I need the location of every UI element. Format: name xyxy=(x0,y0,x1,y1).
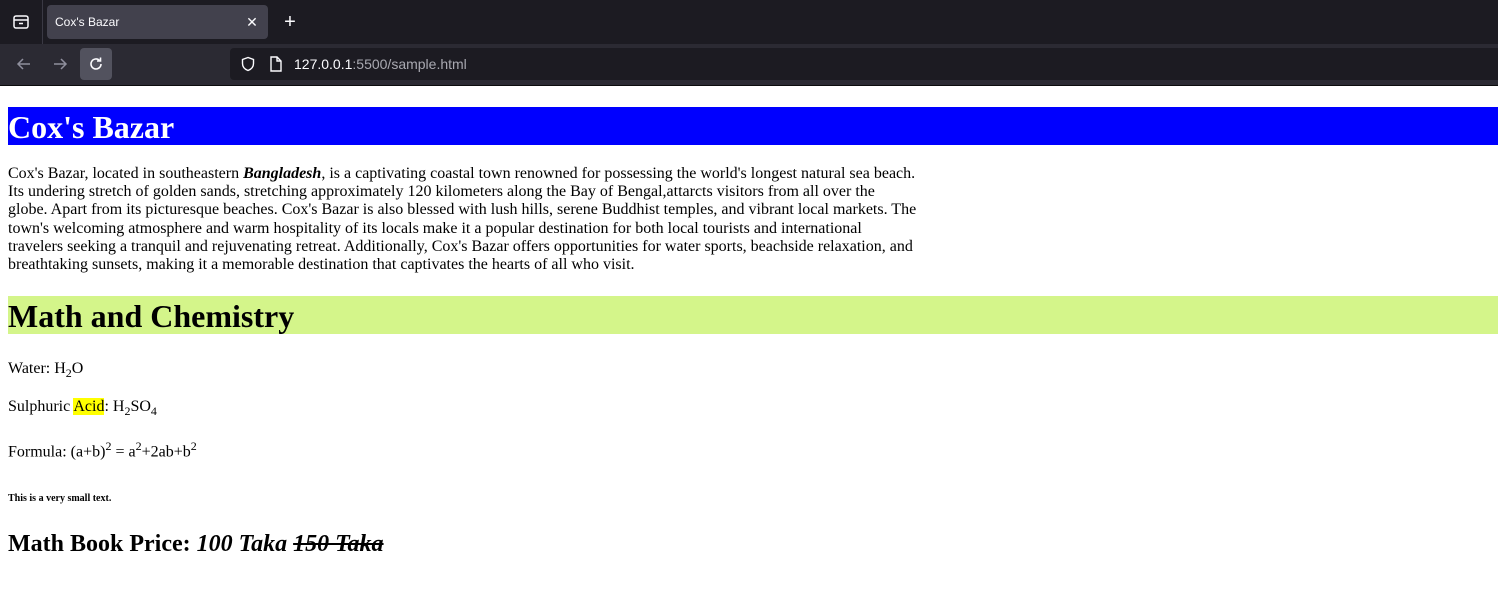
formula-sup-3: 2 xyxy=(190,438,197,453)
formula-label: Formula: (a+b) xyxy=(8,442,106,460)
intro-text-start: Cox's Bazar, located in southeastern xyxy=(8,165,244,182)
tab-active[interactable]: Cox's Bazar ✕ xyxy=(47,5,268,39)
url-path: :5500/sample.html xyxy=(352,56,467,72)
url-text[interactable]: 127.0.0.1:5500/sample.html xyxy=(294,56,467,72)
bangladesh-emphasis: Bangladesh xyxy=(243,165,322,182)
acid-mid: SO xyxy=(130,398,151,416)
acid-label-post: : H xyxy=(104,398,125,416)
forward-button[interactable] xyxy=(44,48,76,80)
shield-icon[interactable] xyxy=(238,54,258,74)
math-book-price: Math Book Price: 100 Taka 150 Taka xyxy=(8,530,1498,558)
water-formula: Water: H2O xyxy=(8,360,1498,382)
formula-mid: = a xyxy=(111,442,136,460)
acid-highlight: Acid xyxy=(73,398,105,416)
heading-coxs-bazar: Cox's Bazar xyxy=(8,107,1498,145)
algebra-formula: Formula: (a+b)2 = a2+2ab+b2 xyxy=(8,437,1498,461)
page-content: Cox's Bazar Cox's Bazar, located in sout… xyxy=(0,107,1498,558)
tab-list-icon xyxy=(13,15,29,29)
acid-label-pre: Sulphuric xyxy=(8,398,74,416)
acid-formula: Sulphuric Acid: H2SO4 xyxy=(8,398,1498,420)
tab-bar: Cox's Bazar ✕ + xyxy=(0,0,1498,44)
close-tab-icon[interactable]: ✕ xyxy=(240,10,264,34)
small-text: This is a very small text. xyxy=(8,492,112,504)
tab-title: Cox's Bazar xyxy=(55,15,120,29)
price-label: Math Book Price: xyxy=(8,530,197,557)
water-label: Water: H xyxy=(8,360,66,378)
arrow-right-icon xyxy=(54,58,68,70)
price-new: 100 Taka xyxy=(196,530,288,557)
new-tab-button[interactable]: + xyxy=(276,8,304,36)
formula-mid-2: +2ab+b xyxy=(141,442,191,460)
acid-subscript-2: 4 xyxy=(150,404,157,419)
price-old: 150 Taka xyxy=(293,530,384,557)
url-bar[interactable]: 127.0.0.1:5500/sample.html xyxy=(230,48,1498,80)
heading-math-chemistry: Math and Chemistry xyxy=(8,296,1498,335)
intro-paragraph: Cox's Bazar, located in southeastern Ban… xyxy=(8,165,918,274)
url-host: 127.0.0.1 xyxy=(294,56,353,72)
nav-bar: 127.0.0.1:5500/sample.html xyxy=(0,44,1498,86)
reload-icon xyxy=(90,57,102,70)
page-top-spacer xyxy=(0,86,1498,104)
water-rest: O xyxy=(71,360,84,378)
back-button[interactable] xyxy=(8,48,40,80)
arrow-left-icon xyxy=(16,58,30,70)
reload-button[interactable] xyxy=(80,48,112,80)
page-info-icon[interactable] xyxy=(266,54,286,74)
tab-list-button[interactable] xyxy=(0,0,43,44)
